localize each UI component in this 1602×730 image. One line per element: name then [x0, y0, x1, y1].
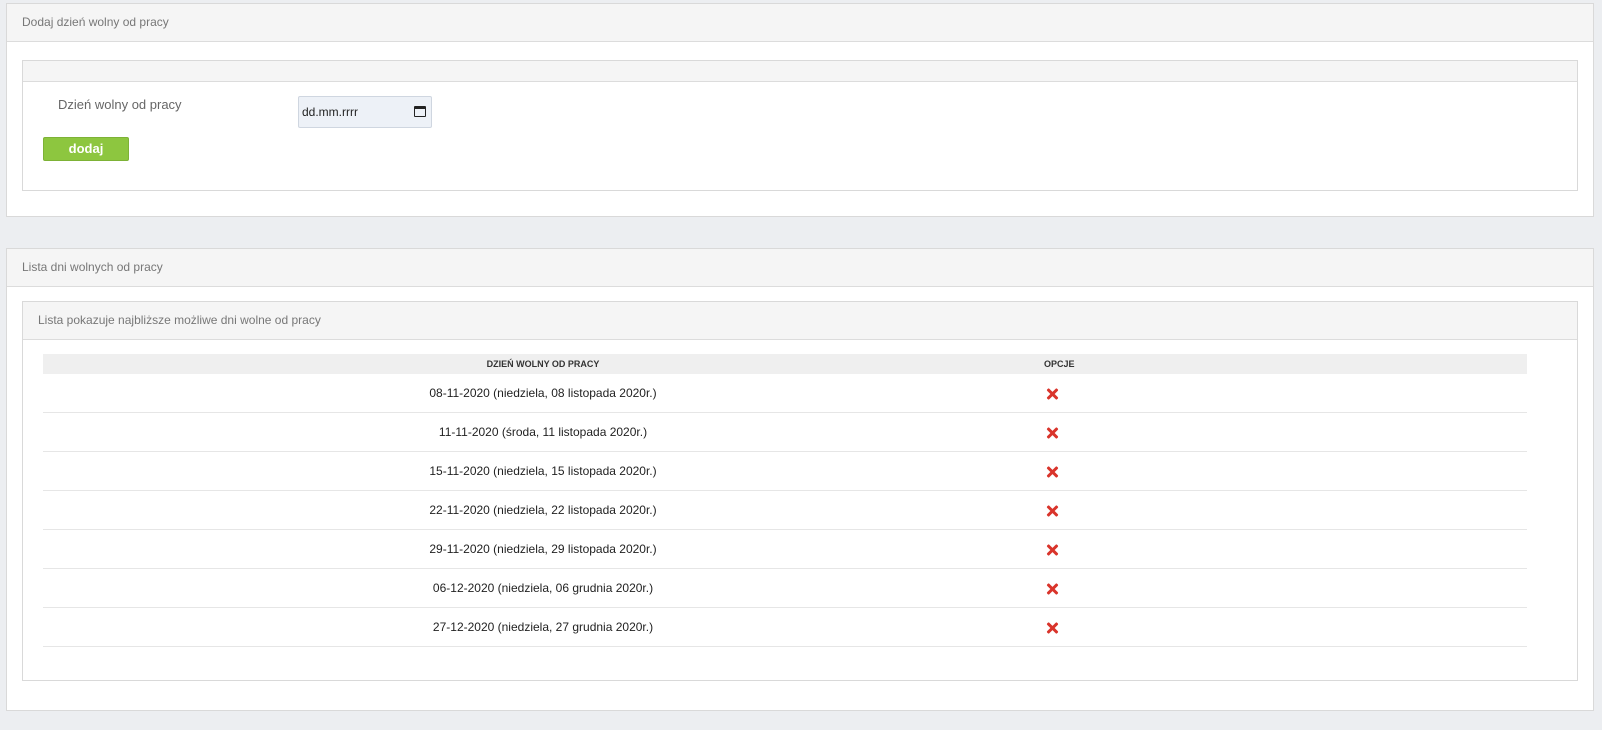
date-placeholder: dd.mm.rrrr	[302, 105, 358, 119]
delete-icon[interactable]	[1046, 583, 1058, 595]
column-header-options: OPCJE	[1043, 354, 1527, 374]
table-row: 11-11-2020 (środa, 11 listopada 2020r.)	[43, 412, 1527, 452]
day-off-date-input[interactable]: dd.mm.rrrr	[298, 96, 432, 128]
days-off-list-panel: Lista dni wolnych od pracy Lista pokazuj…	[6, 248, 1594, 711]
day-off-cell: 22-11-2020 (niedziela, 22 listopada 2020…	[43, 490, 1043, 530]
day-off-field-label: Dzień wolny od pracy	[58, 97, 182, 112]
add-button[interactable]: dodaj	[43, 137, 129, 161]
delete-icon[interactable]	[1046, 622, 1058, 634]
form-header	[23, 61, 1577, 82]
table-row: 22-11-2020 (niedziela, 22 listopada 2020…	[43, 490, 1527, 530]
days-off-table: DZIEŃ WOLNY OD PRACY OPCJE 08-11-2020 (n…	[43, 354, 1527, 647]
add-day-off-panel: Dodaj dzień wolny od pracy Dzień wolny o…	[6, 3, 1594, 217]
list-subtitle: Lista pokazuje najbliższe możliwe dni wo…	[23, 302, 1577, 340]
table-row: 15-11-2020 (niedziela, 15 listopada 2020…	[43, 451, 1527, 491]
add-panel-title: Dodaj dzień wolny od pracy	[7, 4, 1593, 42]
day-off-cell: 08-11-2020 (niedziela, 08 listopada 2020…	[43, 374, 1043, 413]
delete-icon[interactable]	[1046, 466, 1058, 478]
table-header-row: DZIEŃ WOLNY OD PRACY OPCJE	[43, 354, 1527, 374]
delete-icon[interactable]	[1046, 388, 1058, 400]
day-off-cell: 11-11-2020 (środa, 11 listopada 2020r.)	[43, 412, 1043, 452]
list-panel-title: Lista dni wolnych od pracy	[7, 249, 1593, 287]
day-off-cell: 15-11-2020 (niedziela, 15 listopada 2020…	[43, 451, 1043, 491]
delete-icon[interactable]	[1046, 505, 1058, 517]
day-off-cell: 27-12-2020 (niedziela, 27 grudnia 2020r.…	[43, 607, 1043, 647]
column-header-day: DZIEŃ WOLNY OD PRACY	[43, 354, 1043, 374]
day-off-cell: 06-12-2020 (niedziela, 06 grudnia 2020r.…	[43, 568, 1043, 608]
add-day-off-form: Dzień wolny od pracy dd.mm.rrrr dodaj	[22, 60, 1578, 191]
days-off-list-box: Lista pokazuje najbliższe możliwe dni wo…	[22, 301, 1578, 681]
table-row: 06-12-2020 (niedziela, 06 grudnia 2020r.…	[43, 568, 1527, 608]
day-off-cell: 29-11-2020 (niedziela, 29 listopada 2020…	[43, 529, 1043, 569]
table-row: 29-11-2020 (niedziela, 29 listopada 2020…	[43, 529, 1527, 569]
calendar-icon[interactable]	[414, 106, 426, 117]
delete-icon[interactable]	[1046, 544, 1058, 556]
delete-icon[interactable]	[1046, 427, 1058, 439]
table-row: 08-11-2020 (niedziela, 08 listopada 2020…	[43, 374, 1527, 413]
table-row: 27-12-2020 (niedziela, 27 grudnia 2020r.…	[43, 607, 1527, 647]
